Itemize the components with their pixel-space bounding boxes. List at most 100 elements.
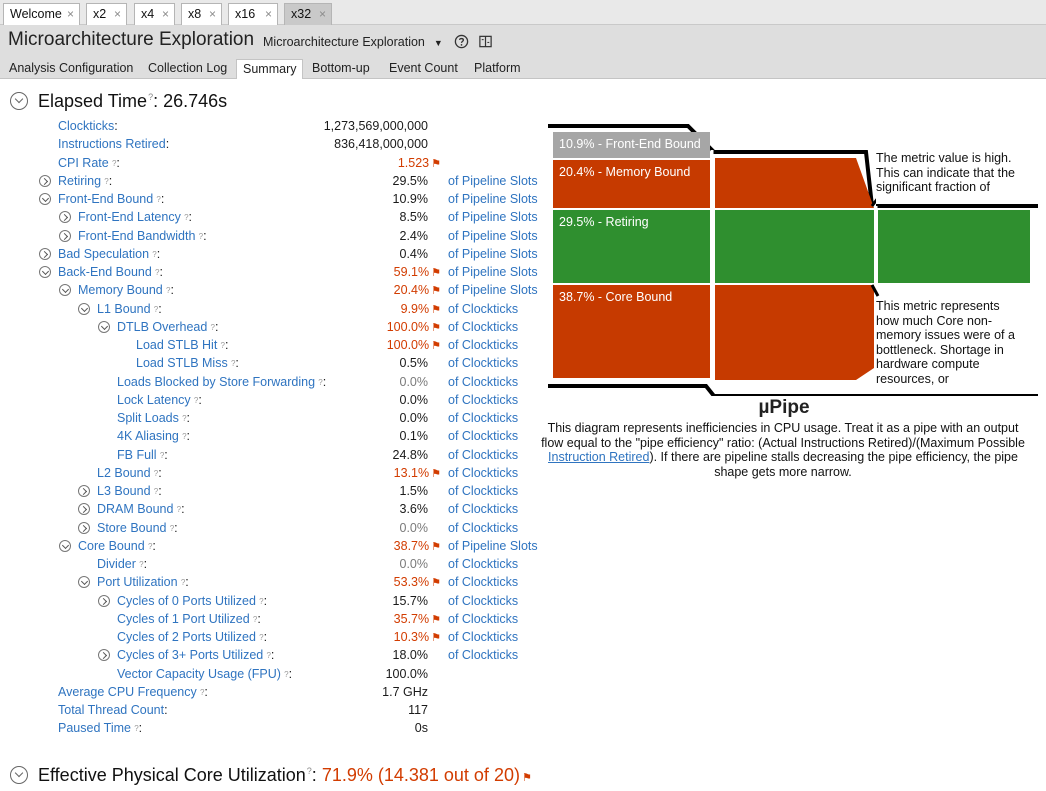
tab-event-count[interactable]: Event Count bbox=[383, 59, 464, 79]
metric-unit-link[interactable]: of Clockticks bbox=[448, 318, 518, 336]
viewpoint-select[interactable]: Microarchitecture Exploration ▼ bbox=[263, 35, 443, 49]
metric-unit-link[interactable]: of Clockticks bbox=[448, 519, 518, 537]
help-icon[interactable] bbox=[454, 34, 469, 49]
help-icon[interactable]: ? bbox=[180, 414, 186, 423]
metric-unit-link[interactable]: of Pipeline Slots bbox=[448, 190, 538, 208]
metric-name[interactable]: Front-End Bound ?: bbox=[58, 190, 164, 209]
metric-unit-link[interactable]: of Clockticks bbox=[448, 464, 518, 482]
collapse-icon[interactable] bbox=[98, 320, 110, 333]
metric-name[interactable]: Bad Speculation ?: bbox=[58, 245, 160, 264]
tab-summary[interactable]: Summary bbox=[236, 59, 304, 79]
metric-unit-link[interactable]: of Pipeline Slots bbox=[448, 537, 538, 555]
help-icon[interactable]: ? bbox=[257, 597, 263, 606]
metric-name[interactable]: Split Loads ?: bbox=[117, 409, 190, 428]
metric-unit-link[interactable]: of Pipeline Slots bbox=[448, 172, 538, 190]
metric-name[interactable]: DRAM Bound ?: bbox=[97, 500, 185, 519]
metric-name[interactable]: CPI Rate ?: bbox=[58, 154, 120, 173]
metric-name[interactable]: Clockticks: bbox=[58, 117, 118, 135]
help-icon[interactable]: ? bbox=[102, 177, 108, 186]
help-icon[interactable]: ? bbox=[218, 341, 225, 350]
metric-name[interactable]: FB Full ?: bbox=[117, 446, 168, 465]
metric-unit-link[interactable]: of Pipeline Slots bbox=[448, 227, 538, 245]
help-icon[interactable]: ? bbox=[132, 724, 138, 733]
help-icon[interactable]: ? bbox=[282, 670, 288, 679]
metric-unit-link[interactable]: of Clockticks bbox=[448, 610, 518, 628]
expand-icon[interactable] bbox=[98, 594, 110, 607]
compare-icon[interactable] bbox=[478, 34, 493, 49]
help-icon[interactable]: ? bbox=[180, 432, 186, 441]
tab-x4[interactable]: x4 × bbox=[134, 3, 175, 25]
metric-unit-link[interactable]: of Pipeline Slots bbox=[448, 245, 538, 263]
help-icon[interactable]: ? bbox=[264, 651, 270, 660]
metric-name[interactable]: Lock Latency ?: bbox=[117, 391, 202, 410]
metric-unit-link[interactable]: of Clockticks bbox=[448, 373, 518, 391]
metric-unit-link[interactable]: of Pipeline Slots bbox=[448, 208, 538, 226]
close-icon[interactable]: × bbox=[319, 4, 326, 24]
close-icon[interactable]: × bbox=[265, 4, 272, 24]
metric-name[interactable]: 4K Aliasing ?: bbox=[117, 427, 190, 446]
close-icon[interactable]: × bbox=[162, 4, 169, 24]
metric-unit-link[interactable]: of Clockticks bbox=[448, 646, 518, 664]
collapse-icon[interactable] bbox=[10, 766, 28, 784]
metric-name[interactable]: Load STLB Miss ?: bbox=[136, 354, 239, 373]
metric-name[interactable]: Memory Bound ?: bbox=[78, 281, 174, 300]
metric-unit-link[interactable]: of Pipeline Slots bbox=[448, 281, 538, 299]
metric-unit-link[interactable]: of Clockticks bbox=[448, 573, 518, 591]
tab-analysis-configuration[interactable]: Analysis Configuration bbox=[3, 59, 139, 79]
metric-name[interactable]: Back-End Bound ?: bbox=[58, 263, 163, 282]
help-icon[interactable]: ? bbox=[154, 195, 160, 204]
close-icon[interactable]: × bbox=[114, 4, 121, 24]
metric-name[interactable]: Port Utilization ?: bbox=[97, 573, 189, 592]
tab-platform[interactable]: Platform bbox=[468, 59, 527, 79]
metric-name[interactable]: Load STLB Hit ?: bbox=[136, 336, 228, 355]
collapse-icon[interactable] bbox=[10, 92, 28, 110]
metric-name[interactable]: Paused Time ?: bbox=[58, 719, 142, 738]
metric-name[interactable]: DTLB Overhead ?: bbox=[117, 318, 218, 337]
collapse-icon[interactable] bbox=[59, 284, 71, 297]
metric-name[interactable]: Core Bound ?: bbox=[78, 537, 156, 556]
collapse-icon[interactable] bbox=[78, 576, 90, 589]
metric-name[interactable]: Retiring ?: bbox=[58, 172, 112, 191]
metric-unit-link[interactable]: of Clockticks bbox=[448, 354, 518, 372]
metric-unit-link[interactable]: of Clockticks bbox=[448, 300, 518, 318]
expand-icon[interactable] bbox=[78, 485, 90, 497]
collapse-icon[interactable] bbox=[78, 302, 90, 315]
metric-unit-link[interactable]: of Clockticks bbox=[448, 628, 518, 646]
tab-x16[interactable]: x16 × bbox=[228, 3, 278, 25]
tab-x8[interactable]: x8 × bbox=[181, 3, 222, 25]
collapse-icon[interactable] bbox=[39, 193, 51, 205]
metric-name[interactable]: Cycles of 0 Ports Utilized ?: bbox=[117, 592, 267, 611]
metric-name[interactable]: Vector Capacity Usage (FPU) ?: bbox=[117, 665, 292, 684]
expand-icon[interactable] bbox=[78, 521, 90, 534]
metric-name[interactable]: Front-End Bandwidth ?: bbox=[78, 227, 207, 246]
metric-unit-link[interactable]: of Clockticks bbox=[448, 336, 518, 354]
close-icon[interactable]: × bbox=[67, 4, 74, 24]
expand-icon[interactable] bbox=[78, 503, 90, 516]
metric-unit-link[interactable]: of Clockticks bbox=[448, 391, 518, 409]
expand-icon[interactable] bbox=[39, 247, 51, 260]
metric-unit-link[interactable]: of Clockticks bbox=[448, 409, 518, 427]
metric-unit-link[interactable]: of Clockticks bbox=[448, 555, 518, 573]
collapse-icon[interactable] bbox=[39, 266, 51, 278]
tab-x32[interactable]: x32 × bbox=[284, 3, 332, 25]
metric-name[interactable]: L3 Bound ?: bbox=[97, 482, 162, 501]
metric-name[interactable]: Cycles of 1 Port Utilized ?: bbox=[117, 610, 261, 629]
tab-collection-log[interactable]: Collection Log bbox=[142, 59, 233, 79]
metric-unit-link[interactable]: of Clockticks bbox=[448, 592, 518, 610]
metric-unit-link[interactable]: of Clockticks bbox=[448, 500, 518, 518]
help-icon[interactable]: ? bbox=[150, 250, 156, 259]
metric-name[interactable]: Total Thread Count: bbox=[58, 701, 168, 719]
expand-icon[interactable] bbox=[59, 229, 71, 242]
help-icon[interactable]: ? bbox=[208, 323, 215, 332]
close-icon[interactable]: × bbox=[209, 4, 216, 24]
collapse-icon[interactable] bbox=[59, 539, 71, 552]
tab-bottom-up[interactable]: Bottom-up bbox=[306, 59, 376, 79]
metric-name[interactable]: Instructions Retired: bbox=[58, 135, 169, 153]
instruction-retired-link[interactable]: Instruction Retired bbox=[548, 450, 649, 464]
expand-icon[interactable] bbox=[39, 174, 51, 187]
metric-name[interactable]: Divider ?: bbox=[97, 555, 147, 574]
metric-unit-link[interactable]: of Clockticks bbox=[448, 446, 518, 464]
tab-welcome[interactable]: Welcome × bbox=[3, 3, 80, 25]
metric-name[interactable]: Cycles of 3+ Ports Utilized ?: bbox=[117, 646, 274, 665]
metric-name[interactable]: L2 Bound ?: bbox=[97, 464, 162, 483]
